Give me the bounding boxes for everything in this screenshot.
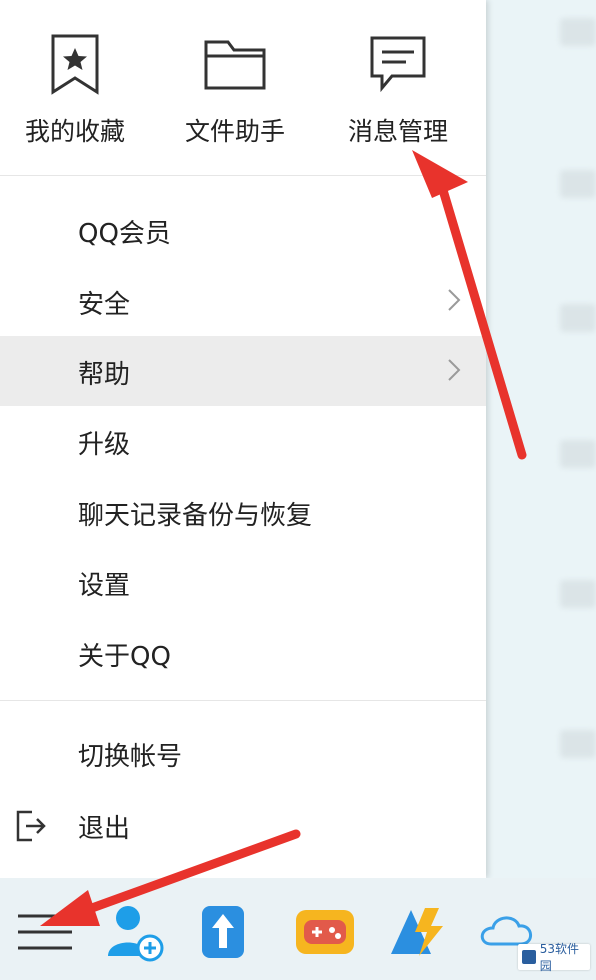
menu-item-exit[interactable]: 退出 — [0, 790, 486, 860]
menu-item-label: 聊天记录备份与恢复 — [78, 501, 313, 531]
menu-item-about[interactable]: 关于QQ — [0, 618, 486, 688]
menu-item-help[interactable]: 帮助 — [0, 336, 486, 406]
watermark-logo-icon — [522, 950, 536, 964]
quick-action-message-manager[interactable]: 消息管理 — [323, 24, 473, 154]
folder-icon — [204, 40, 266, 90]
chevron-right-icon — [448, 359, 461, 381]
menu-item-label: 升级 — [78, 430, 131, 460]
qq-window: 我的收藏 文件助手 消息管理 QQ会员 安全 帮助 升级 聊天记录备份与恢复 设… — [0, 0, 596, 980]
bottom-toolbar — [0, 878, 596, 980]
main-menu-panel: 我的收藏 文件助手 消息管理 QQ会员 安全 帮助 升级 聊天记录备份与恢复 设… — [0, 0, 486, 878]
menu-item-settings[interactable]: 设置 — [0, 547, 486, 617]
menu-item-label: 切换帐号 — [78, 742, 183, 772]
star-bookmark-icon — [51, 34, 99, 95]
menu-item-switch-account[interactable]: 切换帐号 — [0, 718, 486, 788]
menu-item-label: 关于QQ — [78, 642, 171, 672]
menu-item-label: QQ会员 — [78, 219, 171, 249]
exit-icon — [16, 810, 46, 842]
quick-action-label: 文件助手 — [184, 117, 285, 146]
lightning-app-icon[interactable] — [385, 900, 455, 964]
message-icon — [370, 36, 426, 93]
menu-item-security[interactable]: 安全 — [0, 266, 486, 336]
chevron-right-icon — [448, 289, 461, 311]
add-contact-icon[interactable] — [100, 900, 170, 964]
hamburger-menu-icon[interactable] — [10, 900, 80, 964]
quick-action-file-assistant[interactable]: 文件助手 — [160, 24, 310, 154]
menu-item-chat-backup[interactable]: 聊天记录备份与恢复 — [0, 477, 486, 547]
menu-item-label: 帮助 — [78, 360, 131, 390]
divider — [0, 700, 486, 701]
quick-actions: 我的收藏 文件助手 消息管理 — [0, 0, 486, 175]
menu-item-upgrade[interactable]: 升级 — [0, 406, 486, 476]
menu-item-label: 设置 — [78, 571, 131, 601]
menu-item-label: 安全 — [78, 290, 131, 320]
menu-item-qq-vip[interactable]: QQ会员 — [0, 195, 486, 265]
menu-item-label: 退出 — [78, 814, 131, 844]
watermark-text: 53软件园 — [539, 942, 579, 973]
quick-action-label: 消息管理 — [347, 117, 448, 146]
watermark: 53软件园 — [518, 942, 590, 973]
divider — [0, 175, 486, 176]
game-icon[interactable] — [290, 900, 360, 964]
file-transfer-icon[interactable] — [190, 900, 260, 964]
quick-action-favorites[interactable]: 我的收藏 — [0, 24, 150, 154]
quick-action-label: 我的收藏 — [24, 117, 125, 146]
